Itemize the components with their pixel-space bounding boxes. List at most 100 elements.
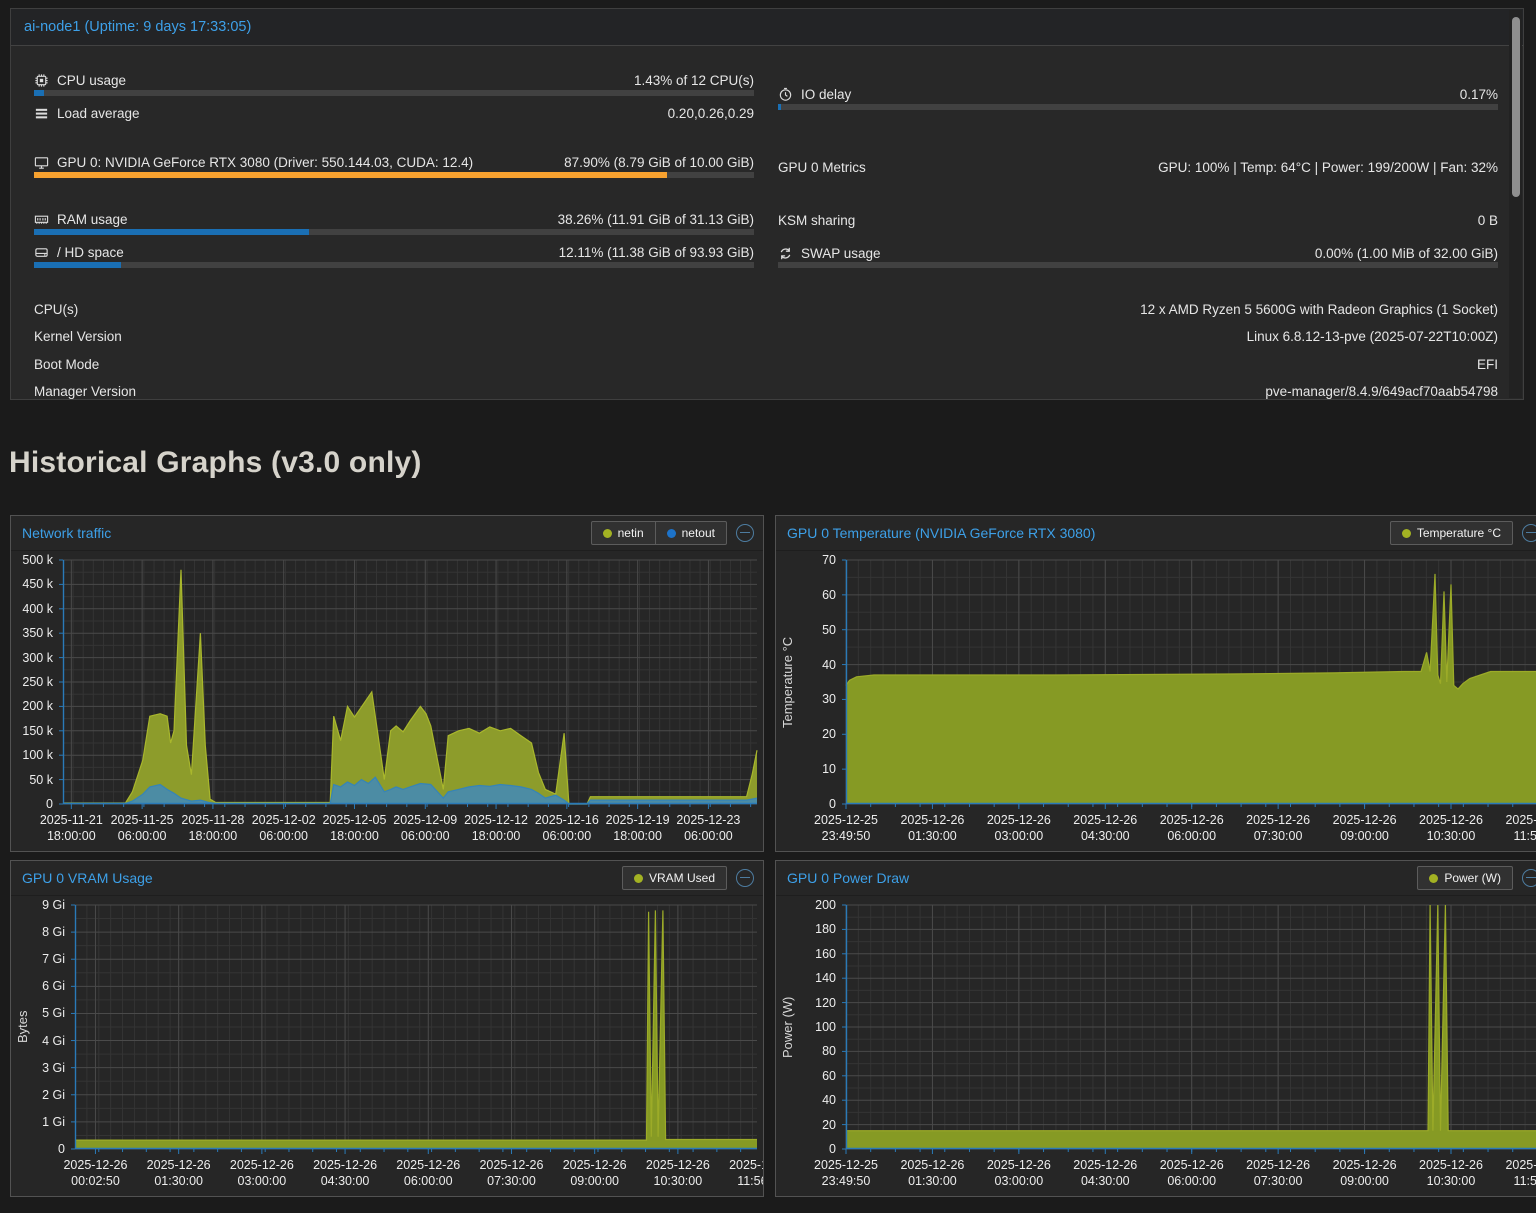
swap-usage-label: SWAP usage — [801, 246, 881, 261]
chart-panel-gpu-power-draw: GPU 0 Power Draw Power (W) Power (W) 020… — [775, 860, 1536, 1197]
collapse-icon[interactable] — [736, 524, 754, 542]
y-tick-label: 5 Gi — [11, 1005, 65, 1021]
legend-dot — [667, 529, 676, 538]
swap-usage-bar — [778, 262, 1498, 268]
io-delay-label: IO delay — [801, 87, 851, 102]
legend-item-netin[interactable]: netin — [592, 522, 655, 544]
y-tick-label: 0 — [776, 1141, 836, 1157]
chart-title: GPU 0 Temperature (NVIDIA GeForce RTX 30… — [787, 525, 1095, 541]
y-tick-label: 60 — [776, 587, 836, 603]
y-tick-label: 180 — [776, 921, 836, 937]
plot-area: 2025-12-2600:02:502025-12-2601:30:002025… — [75, 905, 757, 1149]
collapse-icon[interactable] — [736, 869, 754, 887]
chart-panel-network-traffic: Network traffic netinnetout 050 k100 k15… — [10, 515, 764, 852]
y-tick-label: 0 — [776, 796, 836, 812]
kernel-version-row: Kernel Version Linux 6.8.12-13-pve (2025… — [34, 327, 1498, 345]
y-tick-label: 4 Gi — [11, 1033, 65, 1049]
plot-wrap: Power (W) 020406080100120140160180200 20… — [776, 896, 1536, 1196]
chart-title: Network traffic — [22, 525, 111, 541]
y-axis-ticks: 050 k100 k150 k200 k250 k300 k350 k400 k… — [11, 551, 53, 851]
load-average-label: Load average — [57, 106, 140, 121]
chart-header: GPU 0 Temperature (NVIDIA GeForce RTX 30… — [776, 516, 1536, 551]
ram-usage-row: RAM usage 38.26% (11.91 GiB of 31.13 GiB… — [34, 210, 754, 228]
gpu-value: 87.90% (8.79 GiB of 10.00 GiB) — [564, 155, 754, 170]
y-tick-label: 7 Gi — [11, 951, 65, 967]
collapse-icon[interactable] — [1522, 869, 1536, 887]
plot-area: 2025-11-2118:00:002025-11-2506:00:002025… — [63, 560, 757, 804]
y-tick-label: 20 — [776, 1117, 836, 1133]
legend-label: netin — [618, 526, 644, 540]
summary-scrollbar-track[interactable] — [1509, 10, 1522, 398]
cpus-info-row: CPU(s) 12 x AMD Ryzen 5 5600G with Radeo… — [34, 300, 1498, 318]
chart-legend: Temperature °C — [1390, 521, 1513, 545]
hd-space-value: 12.11% (11.38 GiB of 93.93 GiB) — [559, 245, 754, 260]
ksm-sharing-label: KSM sharing — [778, 213, 855, 228]
cpu-usage-bar — [34, 90, 754, 96]
y-tick-label: 70 — [776, 552, 836, 568]
boot-mode-label: Boot Mode — [34, 357, 99, 372]
cpu-usage-row: CPU usage 1.43% of 12 CPU(s) — [34, 71, 754, 89]
legend-item-netout[interactable]: netout — [655, 522, 726, 544]
kernel-version-value: Linux 6.8.12-13-pve (2025-07-22T10:00Z) — [1247, 329, 1498, 344]
y-tick-label: 100 k — [11, 747, 53, 763]
chart-title: GPU 0 Power Draw — [787, 870, 909, 886]
y-axis-ticks: 020406080100120140160180200 — [776, 896, 836, 1196]
chart-legend: netin netout — [591, 521, 727, 545]
legend-item-power-w-[interactable]: Power (W) — [1418, 867, 1512, 889]
y-tick-label: 450 k — [11, 576, 53, 592]
ram-usage-label: RAM usage — [57, 212, 128, 227]
legend-item-vram-used[interactable]: VRAM Used — [623, 867, 726, 889]
kernel-version-label: Kernel Version — [34, 329, 122, 344]
chart-header: GPU 0 VRAM Usage VRAM Used — [11, 861, 763, 896]
load-average-row: Load average 0.20,0.26,0.29 — [34, 104, 754, 122]
y-tick-label: 160 — [776, 946, 836, 962]
collapse-icon[interactable] — [1522, 524, 1536, 542]
cpu-usage-value: 1.43% of 12 CPU(s) — [634, 73, 754, 88]
chart-legend: VRAM Used — [622, 866, 727, 890]
y-tick-label: 0 — [11, 1141, 65, 1157]
manager-version-label: Manager Version — [34, 384, 136, 399]
plot-area: 2025-12-2523:49:502025-12-2601:30:002025… — [846, 560, 1536, 804]
y-tick-label: 3 Gi — [11, 1060, 65, 1076]
y-tick-label: 400 k — [11, 601, 53, 617]
y-tick-label: 140 — [776, 970, 836, 986]
legend-label: Power (W) — [1444, 871, 1501, 885]
legend-item-temperature-c[interactable]: Temperature °C — [1391, 522, 1512, 544]
y-tick-label: 80 — [776, 1043, 836, 1059]
plot-wrap: Bytes 01 Gi2 Gi3 Gi4 Gi5 Gi6 Gi7 Gi8 Gi9… — [11, 896, 763, 1196]
hd-space-label: / HD space — [57, 245, 124, 260]
plot-wrap: Temperature °C 010203040506070 2025-12-2… — [776, 551, 1536, 851]
gpu-row: GPU 0: NVIDIA GeForce RTX 3080 (Driver: … — [34, 153, 754, 171]
hdd-icon — [34, 245, 49, 260]
y-tick-label: 50 k — [11, 772, 53, 788]
x-tick-label: 2025-12-2611:56:40 — [1472, 1157, 1536, 1189]
chart-header: Network traffic netin netout — [11, 516, 763, 551]
legend-label: Temperature °C — [1417, 526, 1501, 540]
summary-scrollbar-thumb[interactable] — [1512, 17, 1520, 197]
y-tick-label: 120 — [776, 995, 836, 1011]
gpu-metrics-value: GPU: 100% | Temp: 64°C | Power: 199/200W… — [1158, 160, 1498, 175]
y-tick-label: 60 — [776, 1068, 836, 1084]
ksm-sharing-value: 0 B — [1478, 213, 1498, 228]
swap-usage-row: SWAP usage 0.00% (1.00 MiB of 32.00 GiB) — [778, 244, 1498, 262]
x-tick-label: 2025-12-2611:56:40 — [1472, 812, 1536, 844]
gpu-metrics-row: GPU 0 Metrics GPU: 100% | Temp: 64°C | P… — [778, 158, 1498, 176]
y-tick-label: 8 Gi — [11, 924, 65, 940]
y-tick-label: 250 k — [11, 674, 53, 690]
cpu-icon — [34, 73, 49, 88]
chart-panel-gpu-vram-usage: GPU 0 VRAM Usage VRAM Used Bytes 01 Gi2 … — [10, 860, 764, 1197]
manager-version-row: Manager Version pve-manager/8.4.9/649acf… — [34, 382, 1498, 400]
y-tick-label: 200 — [776, 897, 836, 913]
swap-icon — [778, 246, 793, 261]
y-tick-label: 2 Gi — [11, 1087, 65, 1103]
node-summary-header: ai-node1 (Uptime: 9 days 17:33:05) — [11, 9, 1523, 46]
y-tick-label: 6 Gi — [11, 978, 65, 994]
ram-usage-bar — [34, 229, 754, 235]
legend-dot — [1402, 529, 1411, 538]
y-tick-label: 30 — [776, 691, 836, 707]
boot-mode-row: Boot Mode EFI — [34, 355, 1498, 373]
node-title: ai-node1 (Uptime: 9 days 17:33:05) — [24, 19, 251, 35]
gpu-label: GPU 0: NVIDIA GeForce RTX 3080 (Driver: … — [57, 155, 473, 170]
x-tick-label: 2025-12-2611:56:40 — [696, 1157, 764, 1189]
y-tick-label: 0 — [11, 796, 53, 812]
